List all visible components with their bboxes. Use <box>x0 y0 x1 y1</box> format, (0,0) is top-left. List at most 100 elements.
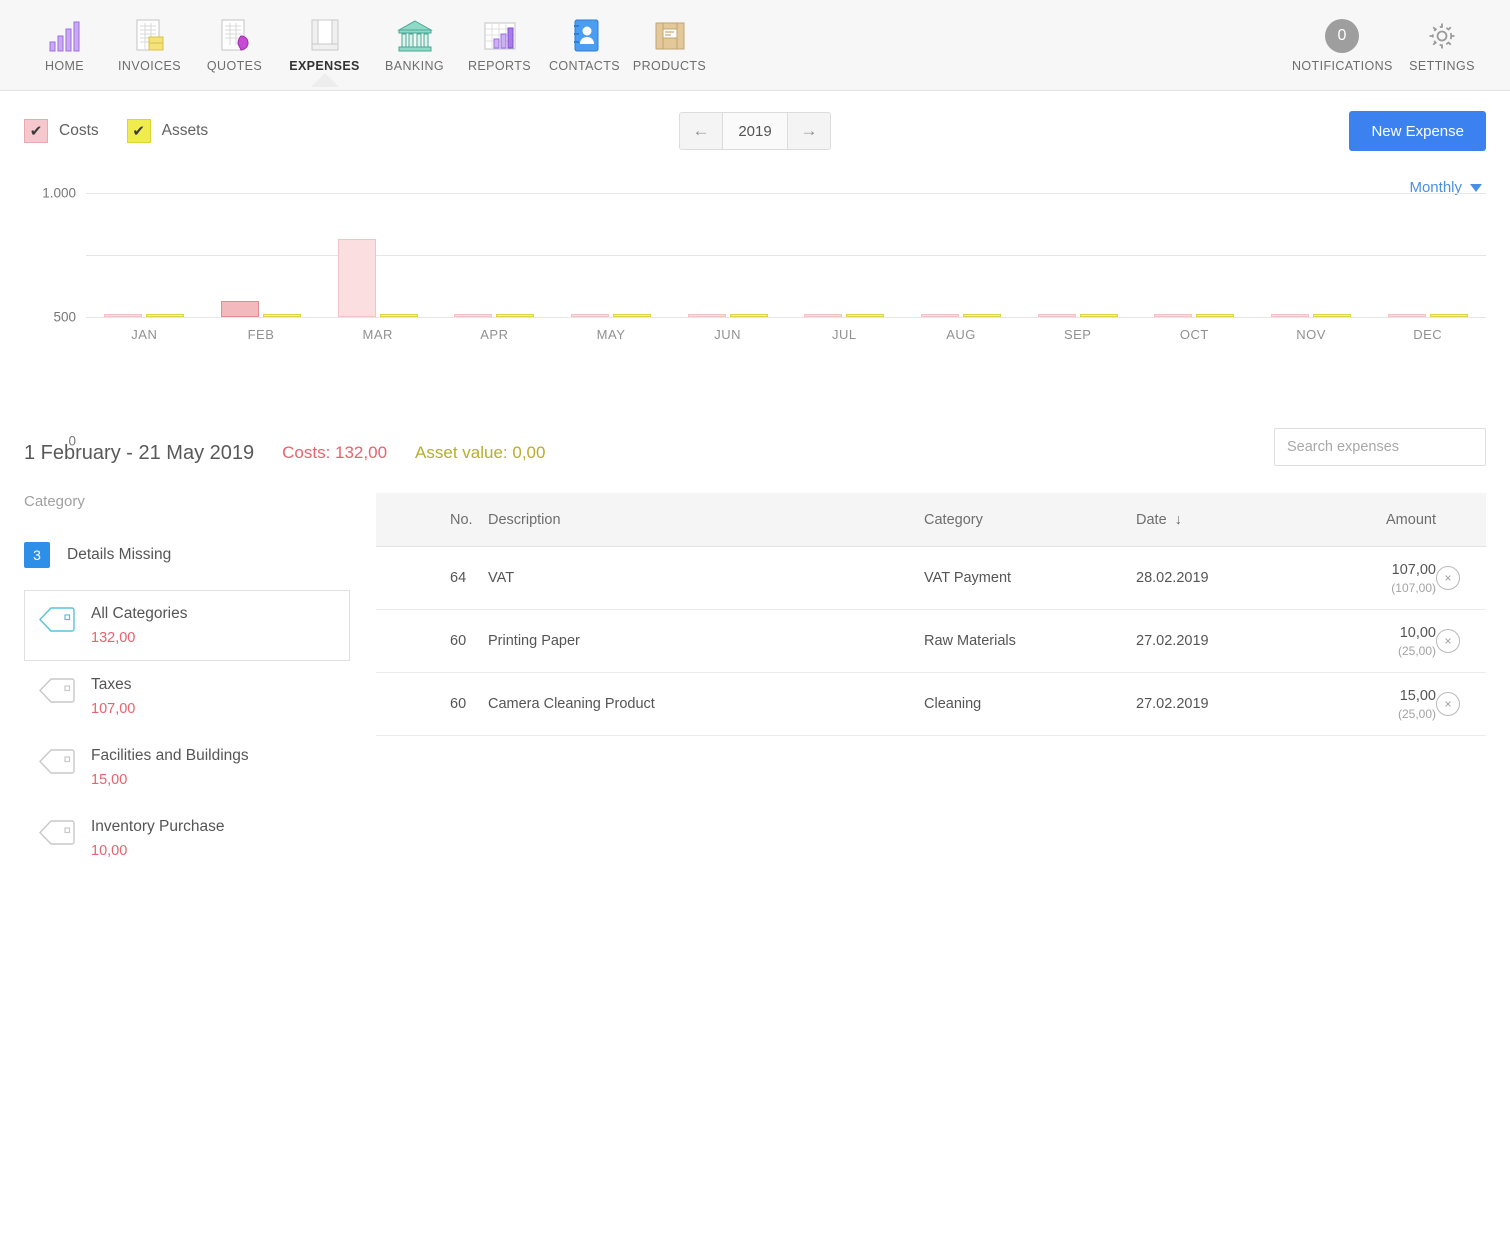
quote-document-icon <box>192 14 277 58</box>
nav-item-label: SETTINGS <box>1392 59 1492 73</box>
column-header-description[interactable]: Description <box>488 512 924 528</box>
chart-bar-assets[interactable] <box>963 314 1001 317</box>
table-row[interactable]: 60 Printing Paper Raw Materials 27.02.20… <box>376 610 1486 673</box>
nav-item-products[interactable]: PRODUCTS <box>627 0 712 73</box>
chart-bar-costs[interactable] <box>1388 314 1426 317</box>
nav-item-settings[interactable]: SETTINGS <box>1392 0 1492 73</box>
chart-bar-assets[interactable] <box>1196 314 1234 317</box>
assets-checkbox-label: Assets <box>162 122 209 140</box>
sidebar-item-category[interactable]: Facilities and Buildings 15,00 <box>24 732 350 803</box>
chart-bar-assets[interactable] <box>846 314 884 317</box>
total-asset-value: Asset value: 0,00 <box>415 443 545 463</box>
costs-checkbox[interactable]: ✔ Costs <box>24 119 99 143</box>
chart-month-group[interactable] <box>1019 193 1136 317</box>
chart-bar-assets[interactable] <box>1080 314 1118 317</box>
sidebar-item-details-missing[interactable]: 3 Details Missing <box>24 542 350 568</box>
chart-x-tick-label: JUN <box>669 327 786 342</box>
nav-item-reports[interactable]: REPORTS <box>457 0 542 73</box>
category-name: Taxes <box>91 676 135 694</box>
chart-month-group[interactable] <box>903 193 1020 317</box>
chart-y-tick-label: 1.000 <box>42 186 76 201</box>
nav-item-invoices[interactable]: INVOICES <box>107 0 192 73</box>
total-costs: Costs: 132,00 <box>282 443 387 463</box>
previous-year-button[interactable]: ← <box>680 113 722 149</box>
delete-expense-button[interactable]: × <box>1436 692 1460 716</box>
nav-item-contacts[interactable]: CONTACTS <box>542 0 627 73</box>
reports-chart-icon <box>457 14 542 58</box>
chart-bar-costs[interactable] <box>804 314 842 317</box>
chart-bar-costs[interactable] <box>1154 314 1192 317</box>
chart-bar-assets[interactable] <box>613 314 651 317</box>
next-year-button[interactable]: → <box>788 113 830 149</box>
chart-bar-costs[interactable] <box>921 314 959 317</box>
chart-bar-assets[interactable] <box>263 314 301 317</box>
cell-no: 60 <box>376 633 488 649</box>
table-row[interactable]: 64 VAT VAT Payment 28.02.2019 107,00 (10… <box>376 547 1486 610</box>
column-header-no[interactable]: No. <box>376 512 488 528</box>
chart-month-group[interactable] <box>553 193 670 317</box>
chart-x-tick-label: SEP <box>1019 327 1136 342</box>
chart-bar-costs[interactable] <box>221 301 259 317</box>
cell-description: VAT <box>488 570 924 586</box>
nav-utility-items: 0 NOTIFICATIONS SETTINGS <box>1292 0 1492 73</box>
chart-bar-assets[interactable] <box>730 314 768 317</box>
nav-item-home[interactable]: HOME <box>22 0 107 73</box>
sidebar-item-category[interactable]: Taxes 107,00 <box>24 661 350 732</box>
chart-month-group[interactable] <box>319 193 436 317</box>
chart-x-tick-label: MAR <box>319 327 436 342</box>
expenses-table: No. Description Category Date↓ Amount 64… <box>376 493 1486 874</box>
chart-bar-costs[interactable] <box>1038 314 1076 317</box>
assets-checkbox[interactable]: ✔ Assets <box>127 119 209 143</box>
chart-month-group[interactable] <box>1253 193 1370 317</box>
chart-month-group[interactable] <box>669 193 786 317</box>
nav-item-label: REPORTS <box>457 59 542 73</box>
delete-expense-button[interactable]: × <box>1436 566 1460 590</box>
table-row[interactable]: 60 Camera Cleaning Product Cleaning 27.0… <box>376 673 1486 736</box>
column-header-amount[interactable]: Amount <box>1286 512 1436 528</box>
chart-bar-assets[interactable] <box>380 314 418 317</box>
chart-bars <box>86 193 1486 317</box>
chart-bar-assets[interactable] <box>1430 314 1468 317</box>
column-header-date[interactable]: Date↓ <box>1136 512 1286 528</box>
chart-bar-costs[interactable] <box>338 239 376 317</box>
chart-month-group[interactable] <box>1136 193 1253 317</box>
column-header-category[interactable]: Category <box>924 512 1136 528</box>
chart-bar-costs[interactable] <box>1271 314 1309 317</box>
nav-item-label: CONTACTS <box>542 59 627 73</box>
details-missing-count: 3 <box>24 542 50 568</box>
chart-bar-assets[interactable] <box>1313 314 1351 317</box>
sidebar-item-category[interactable]: All Categories 132,00 <box>24 590 350 661</box>
chart-month-group[interactable] <box>203 193 320 317</box>
nav-item-quotes[interactable]: QUOTES <box>192 0 277 73</box>
chart-month-group[interactable] <box>786 193 903 317</box>
chart-month-group[interactable] <box>436 193 553 317</box>
nav-item-banking[interactable]: BANKING <box>372 0 457 73</box>
chart-bar-assets[interactable] <box>146 314 184 317</box>
chart-month-group[interactable] <box>86 193 203 317</box>
cell-date: 27.02.2019 <box>1136 633 1286 649</box>
expenses-chart: Monthly 05001.000 JANFEBMARAPRMAYJUNJULA… <box>0 193 1510 393</box>
delete-expense-button[interactable]: × <box>1436 629 1460 653</box>
cell-category: Raw Materials <box>924 633 1136 649</box>
chart-bar-costs[interactable] <box>454 314 492 317</box>
table-header-row: No. Description Category Date↓ Amount <box>376 493 1486 547</box>
chart-bar-costs[interactable] <box>571 314 609 317</box>
nav-item-label: HOME <box>22 59 107 73</box>
tag-icon <box>37 676 77 712</box>
sidebar-item-category[interactable]: Inventory Purchase 10,00 <box>24 803 350 874</box>
chart-month-group[interactable] <box>1369 193 1486 317</box>
nav-item-expenses[interactable]: EXPENSES <box>277 0 372 73</box>
cell-amount: 15,00 (25,00) <box>1286 688 1436 721</box>
search-input[interactable] <box>1274 428 1486 466</box>
cell-no: 60 <box>376 696 488 712</box>
nav-item-notifications[interactable]: 0 NOTIFICATIONS <box>1292 0 1392 73</box>
chart-bar-assets[interactable] <box>496 314 534 317</box>
chart-bar-costs[interactable] <box>688 314 726 317</box>
expenses-receipt-icon <box>277 14 372 58</box>
bar-chart-icon <box>22 14 107 58</box>
chart-x-tick-label: OCT <box>1136 327 1253 342</box>
chart-bar-costs[interactable] <box>104 314 142 317</box>
nav-item-label: BANKING <box>372 59 457 73</box>
details-missing-label: Details Missing <box>67 546 171 564</box>
new-expense-button[interactable]: New Expense <box>1349 111 1486 151</box>
